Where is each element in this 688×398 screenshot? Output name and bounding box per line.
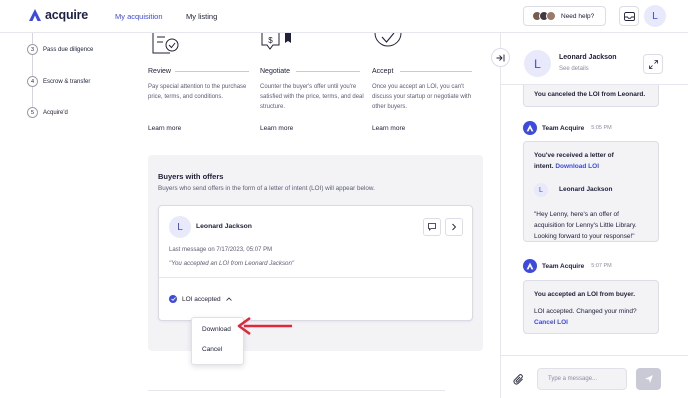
download-menu-item[interactable]: Download [202,326,231,333]
chat-composer: Type a message... [501,355,688,398]
quoted-message-line: acquisition for Lenny's Little Library. [534,222,637,229]
divider [175,71,249,72]
step-label: Acquire'd [43,109,68,116]
tab-my-acquisition[interactable]: My acquisition [115,12,163,21]
quoted-message-line: Looking forward to your response!" [534,233,635,240]
need-help-button[interactable]: Need help? [523,6,606,26]
need-help-label: Need help? [561,12,595,20]
contact-name: Leonard Jackson [559,54,617,61]
step-label: Escrow & transfer [43,78,91,85]
chevron-up-icon [225,297,232,301]
message-title: You accepted an LOI from buyer. [534,291,636,298]
acquire-logo-icon [29,9,41,21]
download-loi-link[interactable]: Download LOI [555,163,599,170]
loi-status-label: LOI accepted [182,295,221,303]
step-escrow-transfer[interactable]: 4 Escrow & transfer [27,76,90,87]
team-acquire-logo-icon [523,121,537,135]
buyer-avatar: L [169,216,191,238]
annotation-arrow-icon [237,316,292,336]
see-details-link[interactable]: See details [559,66,589,72]
step-number: 4 [27,76,38,87]
expand-icon [648,59,658,69]
learn-more-accept-link[interactable]: Learn more [372,125,405,132]
process-title-negotiate: Negotiate [260,68,290,75]
message-input[interactable]: Type a message... [537,368,627,390]
chat-dollar-icon: $ [261,33,291,50]
step-acquired[interactable]: 5 Acquire'd [27,107,68,118]
loi-status-toggle[interactable]: LOI accepted [169,295,232,303]
chat-header: L Leonard Jackson See details [501,33,688,85]
process-desc-negotiate: Counter the buyer's offer until you're s… [260,84,364,110]
section-title: Buyers with offers [158,172,224,181]
divider [159,277,472,278]
message-time: 5:07 PM [591,263,612,269]
avatar [546,11,556,21]
message-text: LOI accepted. Changed your mind? [534,308,637,315]
cancel-loi-link[interactable]: Cancel LOI [534,317,568,328]
inbox-icon [623,11,635,21]
collapse-right-icon [496,54,505,61]
chevron-right-icon [452,223,457,231]
message-buyer-button[interactable] [423,218,441,236]
cancel-menu-item[interactable]: Cancel [202,346,222,353]
step-number: 3 [27,44,38,55]
open-offer-button[interactable] [445,218,463,236]
step-number: 5 [27,107,38,118]
sender-name: Team Acquire [542,262,585,270]
message-text: intent. [534,163,554,170]
contact-avatar: L [524,50,551,77]
top-navigation: acquire My acquisition My listing Need h… [0,0,688,33]
support-avatars [532,11,556,21]
check-circle-icon [169,295,177,303]
brand-name: acquire [45,8,89,22]
sender-name: Team Acquire [542,124,585,132]
paperclip-icon[interactable] [513,374,525,386]
learn-more-review-link[interactable]: Learn more [148,125,181,132]
step-pass-due-diligence[interactable]: 3 Pass due diligence [27,44,93,55]
divider [400,71,472,72]
last-message-preview: "You accepted an LOI from Leonard Jackso… [169,260,295,267]
svg-text:$: $ [268,36,273,45]
buyer-name[interactable]: Leonard Jackson [196,223,252,230]
chat-message: You've received a letter of intent. Down… [523,141,659,242]
chat-icon [428,223,436,231]
check-circle-icon [374,33,402,47]
user-avatar[interactable]: L [644,5,666,27]
message-time: 5:05 PM [591,125,612,131]
document-check-icon [152,33,179,54]
quoted-sender-name: Leonard Jackson [559,186,613,193]
divider [296,71,360,72]
message-sender: Team Acquire 5:05 PM [523,121,612,135]
process-desc-accept: Once you accept an LOI, you can't discus… [372,84,472,110]
team-acquire-logo-icon [523,259,537,273]
process-desc-review: Pay special attention to the purchase pr… [148,84,247,100]
collapse-chat-button[interactable] [491,48,510,67]
send-button[interactable] [636,368,661,390]
chat-message: You accepted an LOI from buyer. LOI acce… [523,280,659,334]
sender-avatar: L [534,183,548,197]
inbox-button[interactable] [619,6,639,26]
send-icon [644,375,653,383]
message-text: You've received a letter of [534,152,614,159]
message-text-line2: intent. Download LOI [534,161,599,172]
last-message-timestamp: Last message on 7/17/2023, 05:07 PM [169,247,273,253]
process-title-accept: Accept [372,68,394,75]
chat-message: You canceled the LOI from Leonard. [523,85,659,107]
offer-card: L Leonard Jackson Last message on 7/17/2… [158,205,473,321]
message-sender: Team Acquire 5:07 PM [523,259,612,273]
chat-panel: L Leonard Jackson See details You cancel… [500,33,688,398]
expand-chat-button[interactable] [643,54,663,74]
acquire-logo[interactable]: acquire [28,8,88,22]
message-text: You canceled the LOI from Leonard. [534,91,646,98]
learn-more-negotiate-link[interactable]: Learn more [260,125,293,132]
quoted-message-line: "Hey Lenny, here's an offer of [534,211,619,218]
process-title-review: Review [148,68,171,75]
step-label: Pass due diligence [43,46,94,53]
divider [148,390,445,391]
tab-my-listing[interactable]: My listing [186,12,217,21]
section-subtitle: Buyers who send offers in the form of a … [158,185,375,192]
